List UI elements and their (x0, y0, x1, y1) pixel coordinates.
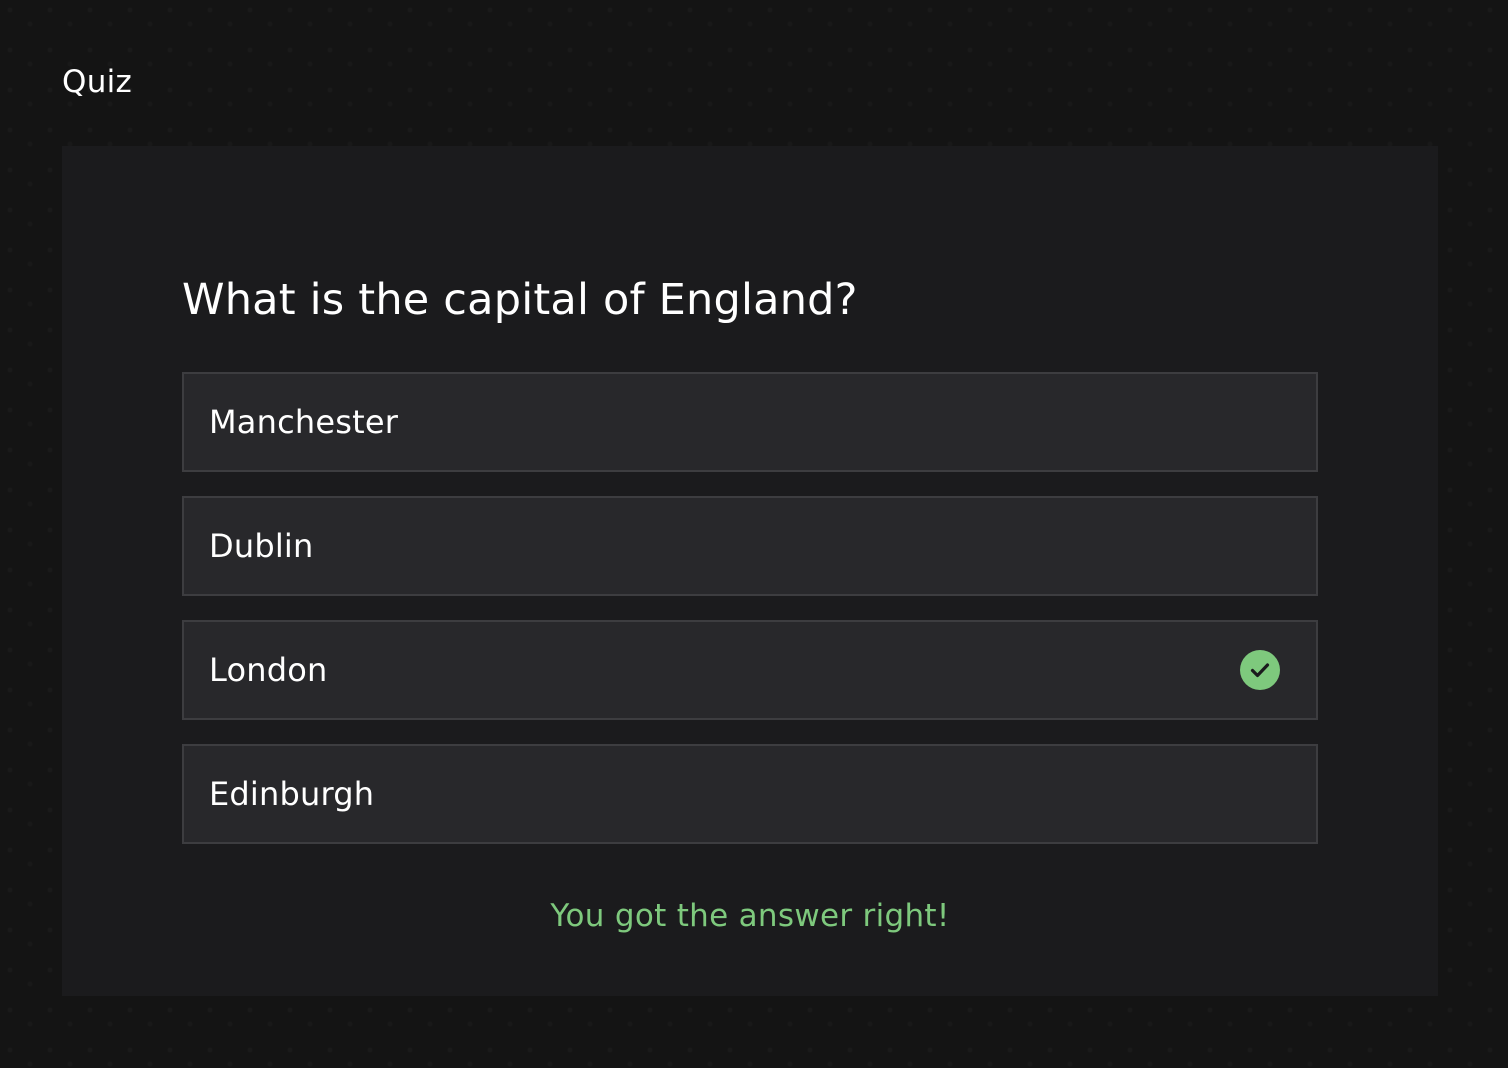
answer-option-manchester[interactable]: Manchester (182, 372, 1318, 472)
result-message: You got the answer right! (550, 898, 950, 934)
page-title: Quiz (62, 64, 133, 100)
answer-option-label: Manchester (209, 403, 399, 441)
answer-option-dublin[interactable]: Dublin (182, 496, 1318, 596)
answer-options: Manchester Dublin London Edinburgh (182, 372, 1318, 868)
answer-option-edinburgh[interactable]: Edinburgh (182, 744, 1318, 844)
answer-option-label: Edinburgh (209, 775, 375, 813)
check-circle-icon (1240, 650, 1280, 690)
question-text: What is the capital of England? (182, 275, 858, 325)
quiz-page: Quiz What is the capital of England? Man… (0, 0, 1508, 1068)
answer-option-label: London (209, 651, 328, 689)
answer-option-london[interactable]: London (182, 620, 1318, 720)
answer-option-label: Dublin (209, 527, 314, 565)
quiz-card: What is the capital of England? Manchest… (62, 146, 1438, 996)
